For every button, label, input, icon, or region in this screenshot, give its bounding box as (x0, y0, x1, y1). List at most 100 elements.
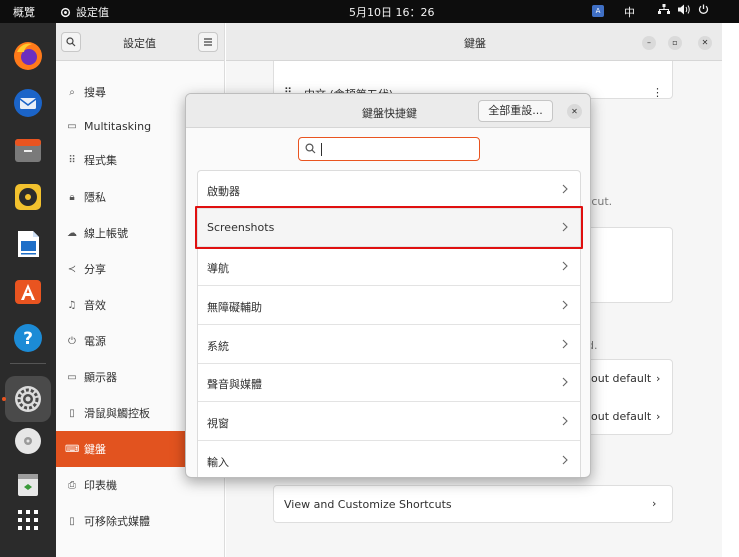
power-icon: ⏻ (68, 335, 76, 347)
gear-icon (60, 7, 71, 17)
removable-media-icon: ▯ (69, 515, 75, 527)
text-cursor (321, 143, 322, 156)
sidebar-item-label: 搜尋 (84, 86, 106, 99)
compose-key-value[interactable]: out default (591, 410, 651, 423)
dialog-header: 鍵盤快捷鍵 全部重設... ✕ (186, 94, 590, 128)
clock[interactable]: 5月10日 16：26 (349, 4, 435, 20)
chevron-right-icon (562, 339, 568, 349)
music-note-icon: ♫ (67, 299, 77, 311)
category-label: 啟動器 (207, 185, 240, 198)
search-button[interactable] (61, 32, 81, 52)
category-label: 視窗 (207, 417, 229, 430)
sidebar-item-label: 程式集 (84, 154, 117, 167)
shortcut-search-box[interactable] (298, 137, 480, 161)
category-label: 輸入 (207, 456, 229, 469)
category-row-sound-media[interactable]: 聲音與媒體 (198, 364, 580, 402)
sidebar-item-label: 可移除式媒體 (84, 515, 150, 528)
category-row-navigation[interactable]: 導航 (198, 248, 580, 286)
sidebar-item-label: 音效 (84, 299, 106, 312)
keyboard-icon: ⌨ (65, 443, 80, 455)
volume-icon[interactable] (678, 4, 691, 18)
sidebar-item-label: 滑鼠與觸控板 (84, 407, 150, 420)
more-options-icon[interactable]: ⋮ (652, 86, 663, 99)
files-icon[interactable] (11, 133, 45, 167)
help-icon[interactable]: ? (11, 321, 45, 355)
share-icon: ≺ (67, 263, 77, 275)
svg-text:?: ? (23, 329, 33, 349)
category-label: 系統 (207, 340, 229, 353)
input-method-icon[interactable]: A (592, 5, 604, 17)
chevron-right-icon (562, 184, 568, 194)
search-icon (66, 37, 76, 47)
menu-button[interactable] (198, 32, 218, 52)
reset-all-button[interactable]: 全部重設... (478, 100, 553, 122)
chevron-right-icon (562, 455, 568, 465)
category-row-accessibility[interactable]: 無障礙輔助 (198, 287, 580, 325)
network-icon[interactable] (658, 4, 670, 18)
sidebar-item-label: 分享 (84, 263, 106, 276)
activities-button[interactable]: 概覽 (13, 4, 35, 20)
search-input[interactable] (321, 141, 471, 157)
sidebar-item-label: 印表機 (84, 479, 117, 492)
close-button[interactable]: ✕ (698, 36, 712, 50)
category-row-screenshots[interactable]: Screenshots (198, 209, 580, 247)
chevron-right-icon (562, 377, 568, 387)
mouse-icon: ▯ (69, 407, 75, 419)
chevron-right-icon: › (656, 410, 661, 423)
sidebar-header: 設定值 (56, 23, 224, 61)
minimize-button[interactable]: – (642, 36, 656, 50)
multitasking-icon: ▭ (67, 120, 77, 132)
display-icon: ▭ (67, 371, 77, 383)
app-center-icon[interactable] (11, 274, 45, 308)
cloud-icon: ☁ (67, 227, 77, 239)
sidebar-item-removable-media[interactable]: ▯ 可移除式媒體 (56, 503, 224, 539)
chevron-right-icon (562, 300, 568, 310)
category-row-system[interactable]: 系統 (198, 326, 580, 364)
chevron-right-icon: › (652, 497, 657, 510)
category-label: 聲音與媒體 (207, 378, 262, 391)
sidebar-item-label: 隱私 (84, 191, 106, 204)
page-title: 鍵盤 (464, 37, 486, 50)
dock: ? (0, 23, 56, 557)
show-apps-icon[interactable] (11, 503, 45, 537)
app-menu-label: 設定值 (76, 6, 109, 19)
rhythmbox-icon[interactable] (11, 180, 45, 214)
sidebar-item-label: 顯示器 (84, 371, 117, 384)
category-label: 導航 (207, 262, 229, 275)
power-icon[interactable] (698, 4, 709, 18)
sidebar-item-label: 鍵盤 (84, 443, 106, 456)
writer-icon[interactable] (11, 227, 45, 261)
sidebar-item-label: 線上帳號 (84, 227, 128, 240)
app-menu[interactable]: 設定值 (60, 4, 109, 20)
settings-icon[interactable] (11, 382, 45, 416)
maximize-button[interactable]: ▫ (668, 36, 682, 50)
input-language[interactable]: 中 (624, 4, 635, 20)
category-label: Screenshots (207, 221, 275, 234)
keyboard-shortcuts-dialog: 鍵盤快捷鍵 全部重設... ✕ 啟動器 Screenshots 導航 無障礙輔助… (185, 93, 591, 478)
dialog-title: 鍵盤快捷鍵 (362, 107, 417, 120)
printer-icon: ⎙ (68, 479, 76, 491)
search-icon (305, 143, 316, 154)
firefox-icon[interactable] (11, 39, 45, 73)
hamburger-icon (204, 38, 212, 46)
disc-icon[interactable] (11, 424, 45, 458)
view-shortcuts-label: View and Customize Shortcuts (284, 498, 452, 511)
alternate-chars-value[interactable]: out default (591, 372, 651, 385)
category-row-launchers[interactable]: 啟動器 (198, 171, 580, 209)
category-row-windows[interactable]: 視窗 (198, 403, 580, 441)
desktop: 概覽 設定值 5月10日 16：26 A 中 ? 設定值 ⌕ 搜尋 ▭ Mult… (0, 0, 739, 557)
close-icon[interactable]: ✕ (567, 104, 582, 119)
view-shortcuts-row[interactable]: View and Customize Shortcuts › (273, 485, 673, 523)
lock-icon: 🔒︎ (69, 191, 75, 203)
running-indicator (2, 397, 6, 401)
chevron-right-icon (562, 222, 568, 232)
thunderbird-icon[interactable] (11, 86, 45, 120)
shortcut-category-list: 啟動器 Screenshots 導航 無障礙輔助 系統 聲音與媒體 視窗 輸入 (197, 170, 581, 477)
category-row-typing[interactable]: 輸入 (198, 442, 580, 477)
desktop-background (722, 23, 739, 557)
chevron-right-icon: › (656, 372, 661, 385)
sidebar-item-label: 電源 (84, 335, 106, 348)
trash-icon[interactable] (11, 467, 45, 501)
apps-icon: ⠿ (68, 154, 76, 166)
chevron-right-icon (562, 416, 568, 426)
